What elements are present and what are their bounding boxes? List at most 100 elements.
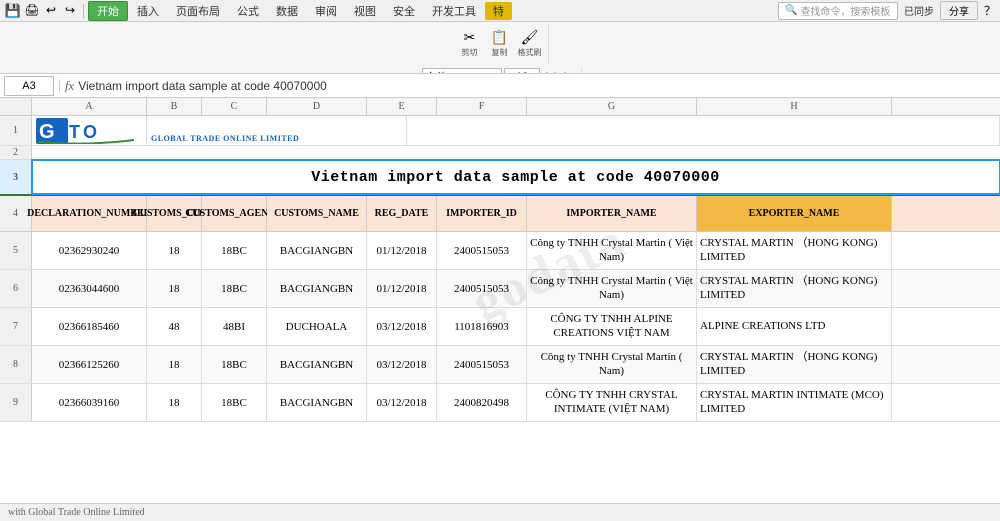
svg-text:G: G (39, 121, 55, 143)
function-icon: fx (65, 78, 74, 94)
tab-dev[interactable]: 开发工具 (424, 2, 484, 20)
col-header-A[interactable]: A (32, 98, 147, 115)
row-num-8: 8 (0, 346, 32, 383)
tab-formula[interactable]: 公式 (229, 2, 267, 20)
toolbar-top: 💾 🖨 ↩ ↪ 开始 插入 页面布局 公式 数据 审阅 视图 安全 开发工具 特… (0, 0, 1000, 22)
row-num-3: 3 (0, 160, 32, 194)
cell-customs-code[interactable]: 18 (147, 346, 202, 383)
cell-importer-id[interactable]: 2400515053 (437, 232, 527, 269)
cell-importer-name[interactable]: CÔNG TY TNHH ALPINE CREATIONS VIỆT NAM (527, 308, 697, 345)
cell-customs-code[interactable]: 18 (147, 384, 202, 421)
table-row: 6 02363044600 18 18BC BACGIANGBN 01/12/2… (0, 270, 1000, 308)
cell-reg-date[interactable]: 01/12/2018 (367, 232, 437, 269)
tab-review[interactable]: 审阅 (307, 2, 345, 20)
cell-customs-name[interactable]: BACGIANGBN (267, 346, 367, 383)
col-header-H[interactable]: H (697, 98, 892, 115)
cell-importer-name[interactable]: Công ty TNHH Crystal Martin ( Việt Nam) (527, 270, 697, 307)
format-paint-button[interactable]: 🖌 格式刷 (516, 24, 544, 64)
cell-importer-id[interactable]: 2400515053 (437, 346, 527, 383)
col-header-C[interactable]: C (202, 98, 267, 115)
cell-decl-num[interactable]: 02366125260 (32, 346, 147, 383)
help-icon[interactable]: ？ (984, 2, 996, 19)
ribbon-area: ✂ 剪切 📋 复制 🖌 格式刷 A⁺ A⁻ B I U (0, 22, 1000, 74)
cell-customs-name[interactable]: BACGIANGBN (267, 232, 367, 269)
cell-customs-code[interactable]: 18 (147, 232, 202, 269)
search-icon: 🔍 (785, 5, 797, 16)
row-num-6: 6 (0, 270, 32, 307)
cell-exporter-name[interactable]: CRYSTAL MARTIN （HONG KONG) LIMITED (697, 270, 892, 307)
cell-customs-name[interactable]: DUCHOALA (267, 308, 367, 345)
row-2: 2 (0, 146, 1000, 160)
save-icon[interactable]: 💾 (4, 2, 22, 20)
cell-reg-date[interactable]: 01/12/2018 (367, 270, 437, 307)
cell-customs-agency[interactable]: 18BC (202, 232, 267, 269)
cell-exporter-name[interactable]: CRYSTAL MARTIN （HONG KONG) LIMITED (697, 232, 892, 269)
search-box[interactable]: 🔍 查找命令，搜索模板 (778, 2, 898, 20)
table-row: 5 02362930240 18 18BC BACGIANGBN 01/12/2… (0, 232, 1000, 270)
cell-customs-agency[interactable]: 18BC (202, 346, 267, 383)
cell-exporter-name[interactable]: CRYSTAL MARTIN INTIMATE (MCO) LIMITED (697, 384, 892, 421)
cell-customs-code[interactable]: 18 (147, 270, 202, 307)
title-text: Vietnam import data sample at code 40070… (311, 169, 720, 186)
cell-reference-input[interactable] (4, 76, 54, 96)
tab-security[interactable]: 安全 (385, 2, 423, 20)
tab-insert[interactable]: 插入 (129, 2, 167, 20)
cell-decl-num[interactable]: 02363044600 (32, 270, 147, 307)
copy-button[interactable]: 📋 复制 (486, 24, 514, 64)
cell-customs-name[interactable]: BACGIANGBN (267, 384, 367, 421)
tab-special[interactable]: 特 (485, 2, 512, 20)
table-row: 9 02366039160 18 18BC BACGIANGBN 03/12/2… (0, 384, 1000, 422)
col-header-E[interactable]: E (367, 98, 437, 115)
print-icon[interactable]: 🖨 (23, 2, 41, 20)
header-customs-agency: CUSTOMS_AGENCY (202, 196, 267, 231)
header-decl-num: DECLARATION_NUMBER (32, 196, 147, 231)
cell-importer-id[interactable]: 2400515053 (437, 270, 527, 307)
cell-reg-date[interactable]: 03/12/2018 (367, 308, 437, 345)
cell-importer-id[interactable]: 2400820498 (437, 384, 527, 421)
cell-exporter-name[interactable]: CRYSTAL MARTIN （HONG KONG) LIMITED (697, 346, 892, 383)
cell-reg-date[interactable]: 03/12/2018 (367, 346, 437, 383)
cell-decl-num[interactable]: 02366039160 (32, 384, 147, 421)
sheet-area: godata A B C D E F G H 1 G (0, 98, 1000, 422)
data-rows-container: 5 02362930240 18 18BC BACGIANGBN 01/12/2… (0, 232, 1000, 422)
row-1: 1 G T O GLOBAL TRADE ONLINE LIMITED (0, 116, 1000, 146)
tab-start[interactable]: 开始 (88, 1, 128, 21)
row-num-9: 9 (0, 384, 32, 421)
col-header-F[interactable]: F (437, 98, 527, 115)
undo-icon[interactable]: ↩ (42, 2, 60, 20)
cell-customs-name[interactable]: BACGIANGBN (267, 270, 367, 307)
formula-separator: | (58, 78, 61, 94)
tab-view[interactable]: 视图 (346, 2, 384, 20)
header-importer-id: IMPORTER_ID (437, 196, 527, 231)
share-button[interactable]: 分享 (940, 1, 978, 20)
header-reg-date: REG_DATE (367, 196, 437, 231)
cell-customs-agency[interactable]: 18BC (202, 270, 267, 307)
row-num-5: 5 (0, 232, 32, 269)
cell-importer-name[interactable]: CÔNG TY TNHH CRYSTAL INTIMATE (VIỆT NAM) (527, 384, 697, 421)
cell-reg-date[interactable]: 03/12/2018 (367, 384, 437, 421)
cut-button[interactable]: ✂ 剪切 (456, 24, 484, 64)
bottom-text: with Global Trade Online Limited (8, 507, 145, 518)
col-header-D[interactable]: D (267, 98, 367, 115)
col-header-B[interactable]: B (147, 98, 202, 115)
col-header-G[interactable]: G (527, 98, 697, 115)
bottom-bar: with Global Trade Online Limited (0, 503, 1000, 521)
title-cell[interactable]: Vietnam import data sample at code 40070… (32, 160, 1000, 194)
search-placeholder: 查找命令，搜索模板 (800, 3, 890, 18)
cell-importer-id[interactable]: 1101816903 (437, 308, 527, 345)
cell-importer-name[interactable]: Công ty TNHH Crystal Martin ( Nam) (527, 346, 697, 383)
cell-customs-agency[interactable]: 48BI (202, 308, 267, 345)
cell-customs-agency[interactable]: 18BC (202, 384, 267, 421)
row-3-title: 3 Vietnam import data sample at code 400… (0, 160, 1000, 196)
cell-decl-num[interactable]: 02362930240 (32, 232, 147, 269)
logo-text-cell: GLOBAL TRADE ONLINE LIMITED (147, 116, 407, 145)
cell-exporter-name[interactable]: ALPINE CREATIONS LTD (697, 308, 892, 345)
cell-customs-code[interactable]: 48 (147, 308, 202, 345)
table-row: 8 02366125260 18 18BC BACGIANGBN 03/12/2… (0, 346, 1000, 384)
formula-input[interactable] (78, 76, 996, 96)
cell-importer-name[interactable]: Công ty TNHH Crystal Martin ( Việt Nam) (527, 232, 697, 269)
tab-data[interactable]: 数据 (268, 2, 306, 20)
cell-decl-num[interactable]: 02366185460 (32, 308, 147, 345)
redo-icon[interactable]: ↪ (61, 2, 79, 20)
tab-layout[interactable]: 页面布局 (168, 2, 228, 20)
